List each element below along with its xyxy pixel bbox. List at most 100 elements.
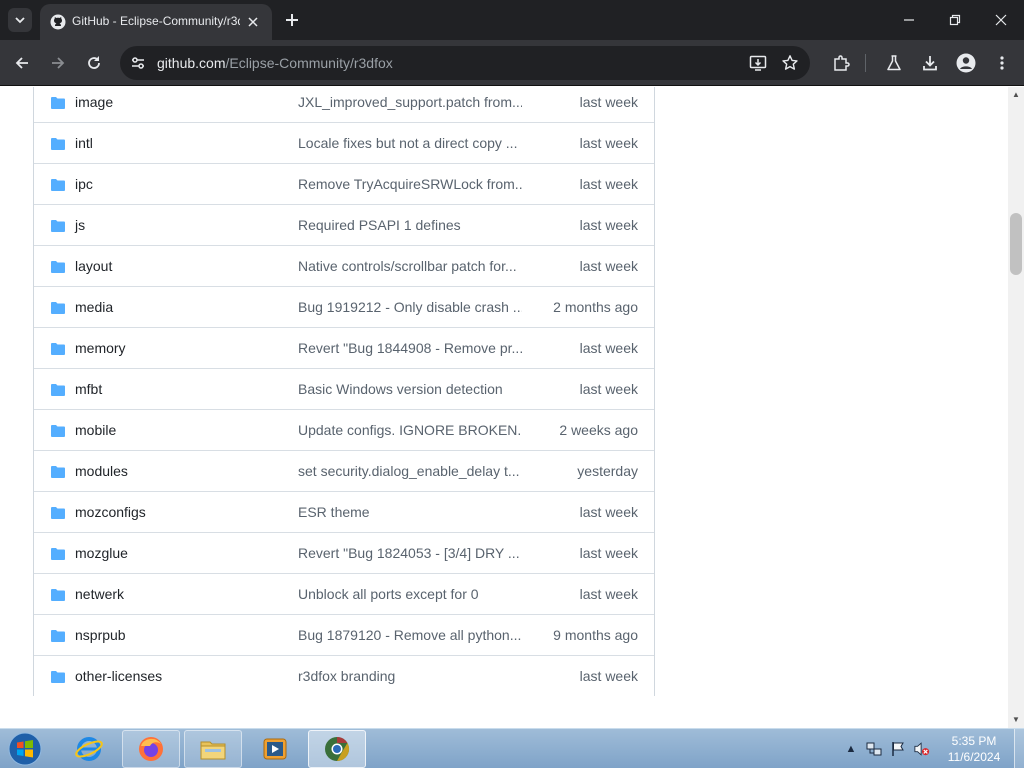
file-name-link[interactable]: layout — [75, 258, 112, 274]
taskbar-firefox[interactable] — [122, 730, 180, 768]
commit-message-link[interactable]: Bug 1879120 - Remove all python... — [298, 627, 522, 643]
downloads-button[interactable] — [918, 51, 942, 75]
commit-message-link[interactable]: Update configs. IGNORE BROKEN... — [298, 422, 522, 438]
scroll-up-arrow[interactable]: ▲ — [1012, 91, 1020, 99]
chrome-browser-icon — [325, 737, 350, 761]
commit-message-link[interactable]: Unblock all ports except for 0 — [298, 586, 522, 602]
close-window-button[interactable] — [989, 8, 1013, 32]
folder-icon — [51, 343, 65, 355]
file-name-link[interactable]: mozglue — [75, 545, 128, 561]
commit-message-link[interactable]: set security.dialog_enable_delay t... — [298, 463, 522, 479]
commit-date: last week — [579, 94, 638, 110]
arrow-right-icon — [52, 57, 65, 69]
taskbar-media-player[interactable] — [246, 730, 304, 768]
file-name-link[interactable]: memory — [75, 340, 126, 356]
profile-button[interactable] — [954, 51, 978, 75]
file-name-link[interactable]: mozconfigs — [75, 504, 146, 520]
file-name-link[interactable]: intl — [75, 135, 93, 151]
taskbar-file-explorer[interactable] — [184, 730, 242, 768]
tab-search-button[interactable] — [8, 8, 32, 32]
file-row[interactable]: other-licenses r3dfox branding last week — [34, 655, 654, 696]
file-name-link[interactable]: other-licenses — [75, 668, 162, 684]
file-name-link[interactable]: ipc — [75, 176, 93, 192]
commit-message-link[interactable]: Basic Windows version detection — [298, 381, 522, 397]
commit-message-link[interactable]: Revert "Bug 1844908 - Remove pr... — [298, 340, 522, 356]
extensions-button[interactable] — [829, 51, 853, 75]
labs-button[interactable] — [882, 51, 906, 75]
commit-message-link[interactable]: Revert "Bug 1824053 - [3/4] DRY ... — [298, 545, 522, 561]
file-row[interactable]: ipc Remove TryAcquireSRWLock from... last … — [34, 163, 654, 204]
scrollbar-thumb[interactable] — [1010, 213, 1022, 275]
file-name-link[interactable]: modules — [75, 463, 128, 479]
firefox-icon — [139, 737, 163, 761]
commit-message-link[interactable]: ESR theme — [298, 504, 522, 520]
restore-button[interactable] — [943, 8, 967, 32]
speaker-muted-icon — [914, 742, 930, 756]
folder-icon — [51, 466, 65, 478]
commit-message-link[interactable]: Remove TryAcquireSRWLock from... — [298, 176, 522, 192]
file-name-link[interactable]: media — [75, 299, 113, 315]
site-info-icon[interactable] — [128, 53, 148, 73]
network-icon — [866, 742, 882, 756]
folder-icon — [51, 261, 65, 273]
file-row[interactable]: image JXL_improved_support.patch from... l… — [34, 87, 654, 122]
file-name-link[interactable]: image — [75, 94, 113, 110]
file-name-link[interactable]: nsprpub — [75, 627, 126, 643]
file-row[interactable]: modules set security.dialog_enable_delay … — [34, 450, 654, 491]
install-app-button[interactable] — [748, 53, 768, 73]
minimize-button[interactable] — [897, 8, 921, 32]
toolbar-divider — [865, 54, 866, 72]
reload-button[interactable] — [82, 51, 106, 75]
file-row[interactable]: nsprpub Bug 1879120 - Remove all python..… — [34, 614, 654, 655]
commit-message-link[interactable]: Native controls/scrollbar patch for... — [298, 258, 522, 274]
file-row[interactable]: intl Locale fixes but not a direct copy .… — [34, 122, 654, 163]
chrome-menu-button[interactable] — [990, 51, 1014, 75]
file-row[interactable]: netwerk Unblock all ports except for 0 las… — [34, 573, 654, 614]
back-button[interactable] — [10, 51, 34, 75]
file-row[interactable]: memory Revert "Bug 1844908 - Remove pr...… — [34, 327, 654, 368]
show-desktop-button[interactable] — [1014, 729, 1024, 769]
bookmark-star-button[interactable] — [780, 53, 800, 73]
folder-icon — [51, 138, 65, 150]
taskbar-chrome[interactable] — [308, 730, 366, 768]
flag-icon — [892, 742, 904, 756]
page-viewport: image JXL_improved_support.patch from... l… — [0, 87, 1008, 728]
file-name-link[interactable]: mfbt — [75, 381, 102, 397]
new-tab-button[interactable] — [282, 10, 302, 30]
file-row[interactable]: js Required PSAPI 1 defines last week — [34, 204, 654, 245]
commit-message-link[interactable]: r3dfox branding — [298, 668, 522, 684]
file-name-link[interactable]: mobile — [75, 422, 116, 438]
commit-message-link[interactable]: Locale fixes but not a direct copy ... — [298, 135, 522, 151]
file-row[interactable]: layout Native controls/scrollbar patch fo… — [34, 245, 654, 286]
commit-message-link[interactable]: Bug 1919212 - Only disable crash ... — [298, 299, 522, 315]
folder-icon — [51, 548, 65, 560]
system-clock[interactable]: 5:35 PM 11/6/2024 — [936, 733, 1012, 765]
taskbar-internet-explorer[interactable] — [60, 730, 118, 768]
commit-date: last week — [579, 135, 638, 151]
github-favicon-icon — [50, 14, 66, 30]
commit-date: last week — [579, 668, 638, 684]
commit-message-link[interactable]: JXL_improved_support.patch from... — [298, 94, 522, 110]
volume-muted-icon[interactable] — [914, 741, 930, 757]
network-icon[interactable] — [866, 741, 882, 757]
active-tab[interactable]: GitHub - Eclipse-Community/r3dfox — [40, 4, 272, 40]
scroll-down-arrow[interactable]: ▼ — [1012, 716, 1020, 724]
url-text[interactable]: github.com/Eclipse-Community/r3dfox — [157, 55, 393, 71]
forward-button[interactable] — [46, 51, 70, 75]
file-row[interactable]: mobile Update configs. IGNORE BROKEN... 2 … — [34, 409, 654, 450]
file-row[interactable]: mozconfigs ESR theme last week — [34, 491, 654, 532]
show-hidden-icons-button[interactable]: ▲ — [843, 741, 859, 757]
action-center-icon[interactable] — [890, 741, 906, 757]
windows-taskbar: ▲ 5:35 PM 11/6/2024 — [0, 728, 1024, 769]
file-row[interactable]: mfbt Basic Windows version detection last … — [34, 368, 654, 409]
page-scrollbar[interactable]: ▲ ▼ — [1008, 87, 1024, 728]
file-row[interactable]: media Bug 1919212 - Only disable crash ..… — [34, 286, 654, 327]
file-row[interactable]: mozglue Revert "Bug 1824053 - [3/4] DRY .… — [34, 532, 654, 573]
start-button[interactable] — [6, 731, 44, 767]
tab-close-button[interactable] — [244, 13, 262, 31]
file-name-link[interactable]: js — [75, 217, 85, 233]
file-name-link[interactable]: netwerk — [75, 586, 124, 602]
commit-date: last week — [579, 545, 638, 561]
commit-message-link[interactable]: Required PSAPI 1 defines — [298, 217, 522, 233]
address-bar[interactable]: github.com/Eclipse-Community/r3dfox — [120, 46, 810, 80]
